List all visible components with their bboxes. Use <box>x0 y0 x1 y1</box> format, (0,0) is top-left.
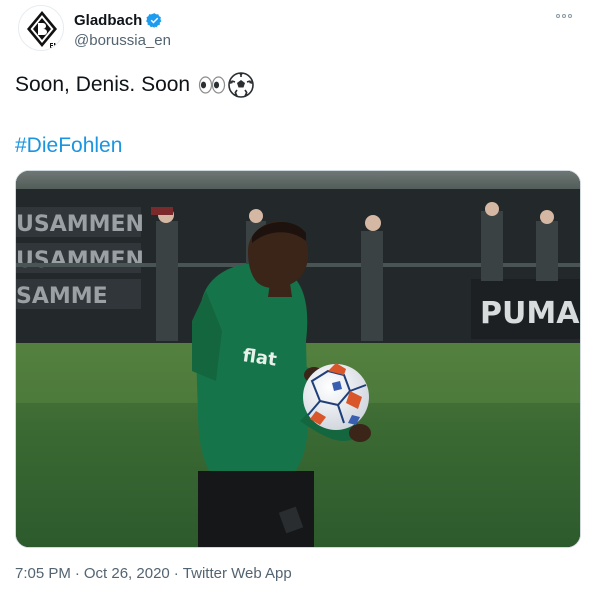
tweet-text: Soon, Denis. Soon <box>15 70 254 100</box>
tweet-photo[interactable]: USAMMEN USAMMEN SAMME PUMA flat <box>15 170 581 548</box>
tweet-timestamp-row: 7:05 PM · Oct 26, 2020 · Twitter Web App <box>15 563 292 583</box>
media-banner-text: PUMA <box>480 296 580 331</box>
tweet-header: Gladbach @borussia_en <box>15 5 585 53</box>
account-names: Gladbach @borussia_en <box>74 10 171 50</box>
svg-text:USAMMEN: USAMMEN <box>16 248 144 273</box>
display-name[interactable]: Gladbach <box>74 12 142 29</box>
tweet-source[interactable]: Twitter Web App <box>183 565 292 582</box>
timestamp-separator: · <box>74 564 80 582</box>
soccer-ball-emoji-icon <box>228 72 254 98</box>
more-options-icon[interactable] <box>549 7 579 25</box>
display-name-row: Gladbach <box>74 10 171 30</box>
verified-badge-icon <box>146 12 162 28</box>
tweet-card: Gladbach @borussia_en Soon, Denis. Soon <box>0 0 595 591</box>
svg-text:SAMME: SAMME <box>16 284 108 309</box>
photo-player-with-ball: USAMMEN USAMMEN SAMME PUMA flat <box>16 171 580 547</box>
borussia-crest-icon <box>19 6 63 50</box>
svg-text:USAMMEN: USAMMEN <box>16 212 144 237</box>
tweet-date[interactable]: Oct 26, 2020 <box>84 565 170 582</box>
source-separator: · <box>173 564 179 582</box>
eyes-emoji-icon <box>199 76 226 94</box>
avatar[interactable] <box>18 5 64 51</box>
tweet-text-body: Soon, Denis. Soon <box>15 73 191 96</box>
account-handle[interactable]: @borussia_en <box>74 32 171 50</box>
hashtag-link[interactable]: #DieFohlen <box>15 131 122 161</box>
tweet-time[interactable]: 7:05 PM <box>15 565 71 582</box>
